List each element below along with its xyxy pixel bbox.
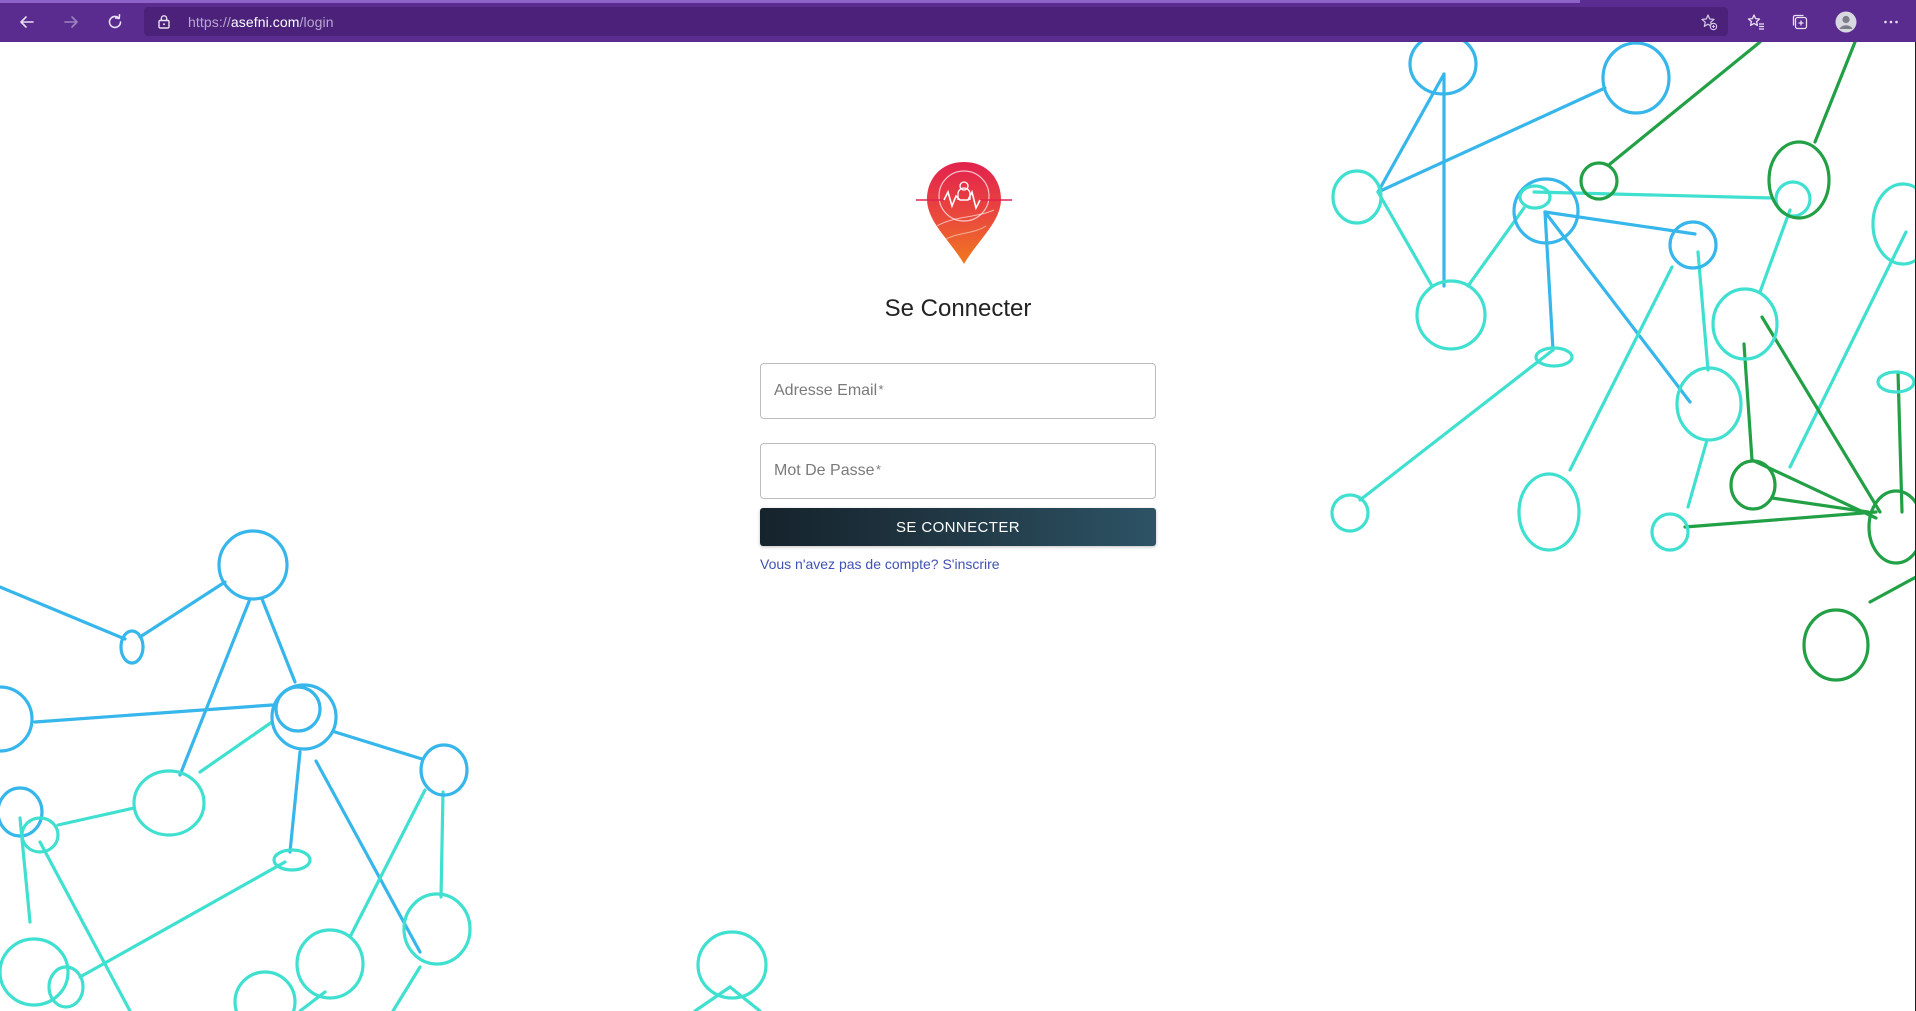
more-dots-icon <box>1884 20 1898 24</box>
email-field-label: Adresse Email * <box>774 382 884 400</box>
password-label-text: Mot De Passe <box>774 462 875 479</box>
more-menu-button[interactable] <box>1877 9 1905 35</box>
add-favorite-icon[interactable] <box>1700 13 1718 31</box>
page-title: Se Connecter <box>884 295 1032 322</box>
forward-button[interactable] <box>57 9 85 35</box>
password-field-label: Mot De Passe * <box>774 462 881 480</box>
asefni-logo-icon <box>916 162 1012 264</box>
login-submit-button[interactable]: SE CONNECTER <box>760 508 1156 546</box>
address-bar[interactable]: https://asefni.com/login <box>144 7 1728 36</box>
browser-toolbar: https://asefni.com/login <box>0 0 1916 42</box>
page-load-progress <box>0 0 1580 3</box>
password-required-mark: * <box>875 462 881 477</box>
url-text: https://asefni.com/login <box>188 14 334 30</box>
url-scheme: https:// <box>188 14 231 30</box>
email-required-mark: * <box>878 382 884 397</box>
favorites-icon <box>1747 14 1764 30</box>
collections-icon <box>1792 14 1808 30</box>
password-field[interactable]: Mot De Passe * <box>760 443 1156 499</box>
collections-button[interactable] <box>1786 9 1814 35</box>
refresh-button[interactable] <box>101 9 129 35</box>
email-label-text: Adresse Email <box>774 382 878 399</box>
page-content: Se Connecter Adresse Email * Mot De Pass… <box>0 42 1916 1011</box>
back-button[interactable] <box>13 9 41 35</box>
back-arrow-icon <box>20 16 34 28</box>
url-host: asefni.com <box>230 14 300 30</box>
profile-button[interactable] <box>1832 9 1860 35</box>
forward-arrow-icon <box>64 16 78 28</box>
lock-icon <box>158 15 170 29</box>
refresh-icon <box>108 14 122 29</box>
email-field[interactable]: Adresse Email * <box>760 363 1156 419</box>
signup-link[interactable]: Vous n'avez pas de compte? S'inscrire <box>760 556 1000 572</box>
url-path: /login <box>299 14 334 30</box>
favorites-button[interactable] <box>1742 9 1770 35</box>
avatar-icon <box>1835 11 1857 33</box>
